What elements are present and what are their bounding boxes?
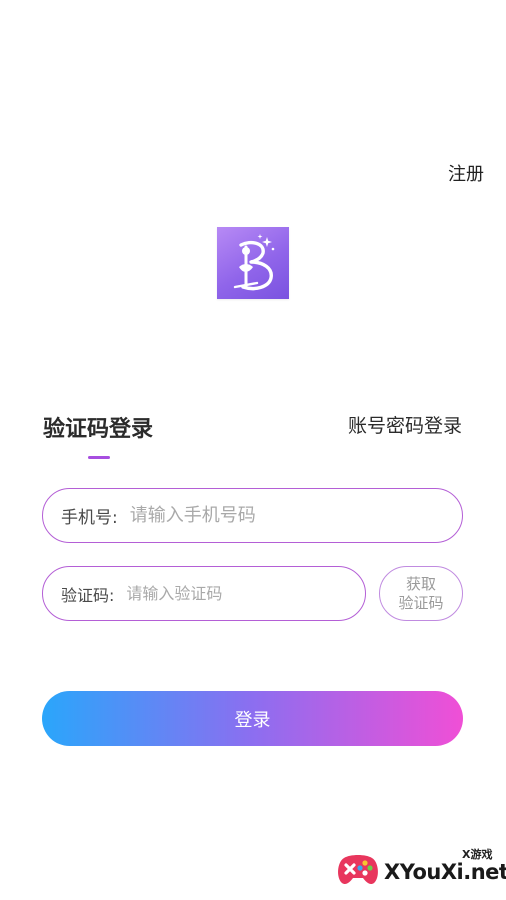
app-logo-icon [233,234,275,291]
tab-sms-login[interactable]: 验证码登录 [43,411,153,443]
watermark: X游戏 XYouXi.net [334,840,506,896]
phone-input[interactable] [129,505,462,526]
get-code-button[interactable]: 获取 验证码 [379,566,463,621]
get-code-label-line1: 获取 [405,574,436,593]
phone-field[interactable]: 手机号: [42,488,463,543]
verification-code-field[interactable]: 验证码: [42,566,366,621]
register-link[interactable]: 注册 [448,160,484,186]
verification-code-label: 验证码: [61,585,115,605]
get-code-label-line2: 验证码 [398,593,444,612]
verification-code-input[interactable] [126,584,365,603]
login-button-label: 登录 [234,709,271,731]
gamepad-icon [338,855,378,885]
app-logo [217,227,289,299]
phone-label: 手机号: [61,508,118,528]
login-button[interactable]: 登录 [42,691,463,746]
active-tab-indicator [88,456,110,459]
tab-account-password-login[interactable]: 账号密码登录 [348,411,462,438]
watermark-site-text: XYouXi.net [384,860,506,884]
